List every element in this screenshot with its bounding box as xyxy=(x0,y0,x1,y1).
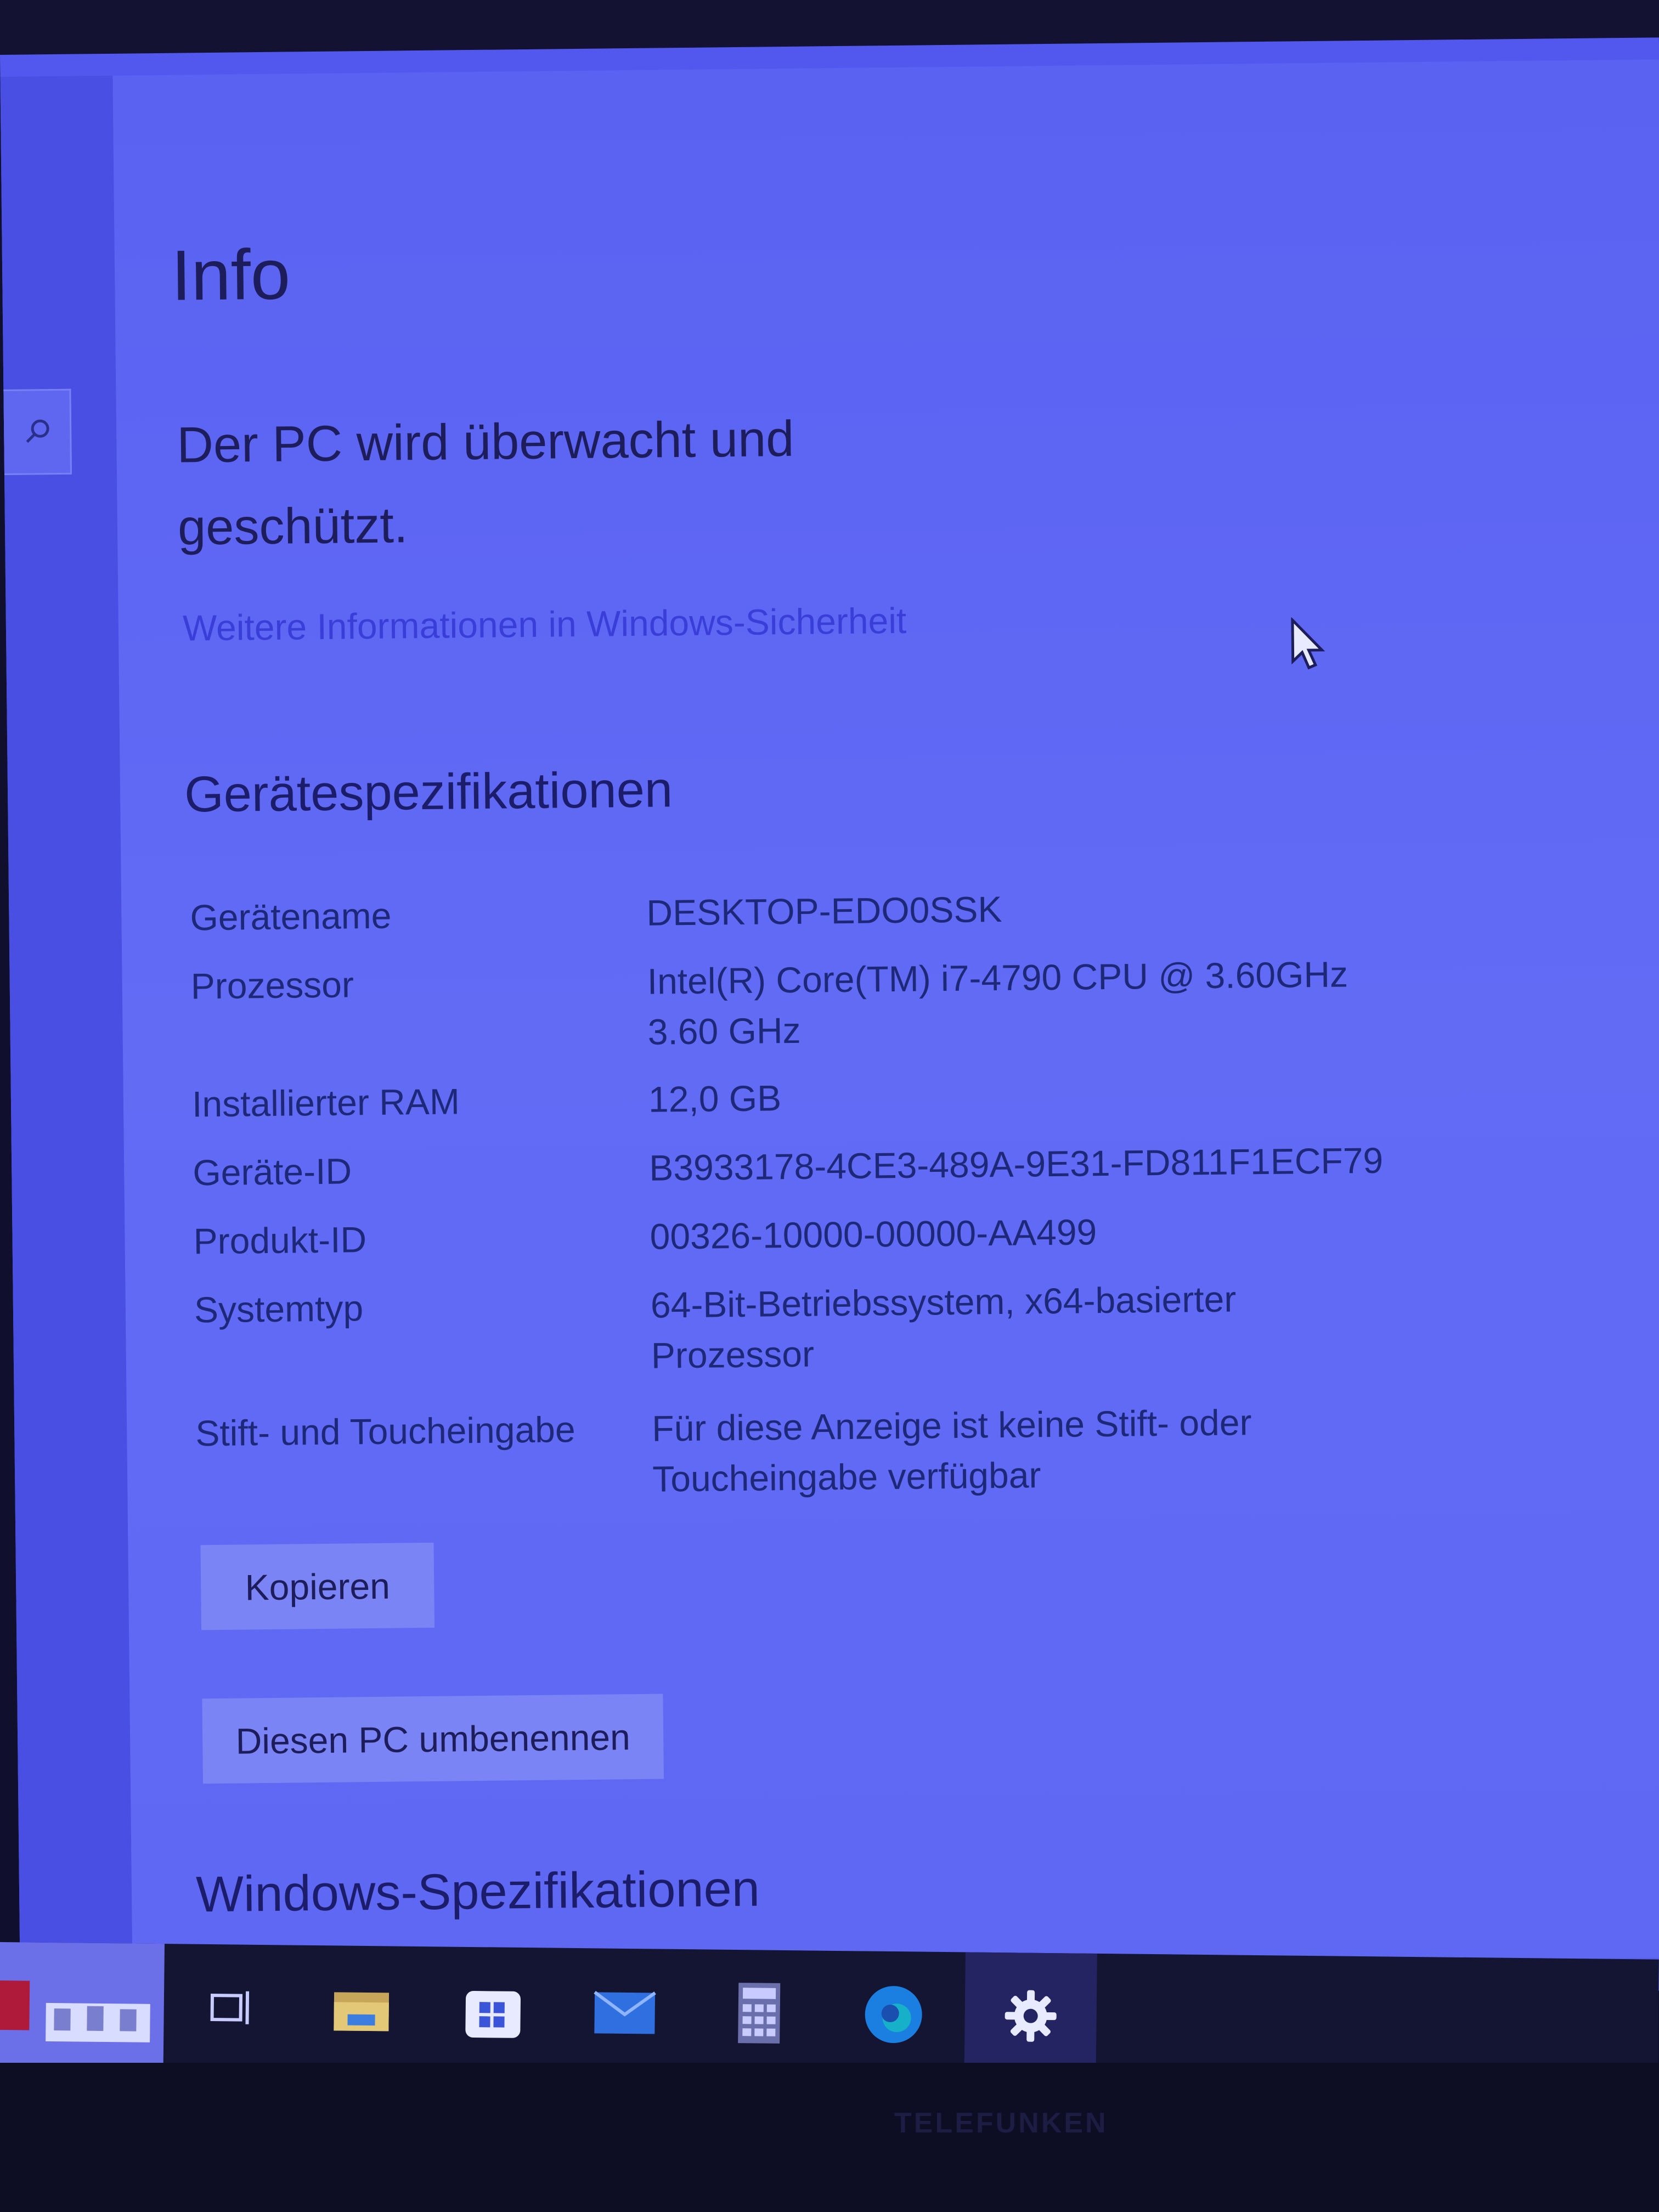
search-button[interactable] xyxy=(3,388,72,475)
spec-value: Intel(R) Core(TM) i7-4790 CPU @ 3.60GHz … xyxy=(647,953,1348,1052)
spec-value: DESKTOP-EDO0SSK xyxy=(646,888,1002,933)
mail-button[interactable] xyxy=(589,1976,661,2047)
taskbar-pinned-area xyxy=(0,1942,165,2065)
spec-label: Produkt-ID xyxy=(193,1219,367,1262)
settings-icon xyxy=(1005,1990,1057,2042)
spec-value: 00326-10000-00000-AA499 xyxy=(650,1211,1097,1257)
page-title: Info xyxy=(171,234,291,315)
spec-label: Geräte-ID xyxy=(192,1150,352,1193)
settings-button[interactable] xyxy=(995,1980,1066,2052)
copy-button[interactable]: Kopieren xyxy=(200,1542,435,1630)
spec-label: Systemtyp xyxy=(194,1288,364,1330)
windows-security-link[interactable]: Weitere Informationen in Windows-Sicherh… xyxy=(183,600,907,649)
calculator-button[interactable] xyxy=(723,1977,795,2049)
spec-value: B3933178-4CE3-489A-9E31-FD811F1ECF79 xyxy=(648,1139,1384,1188)
edge-button[interactable] xyxy=(857,1978,929,2050)
monitor-brand-logo: TELEFUNKEN xyxy=(894,2107,1108,2139)
device-specs-heading: Gerätespezifikationen xyxy=(184,761,673,823)
store-icon xyxy=(465,1991,521,2038)
monitor-bezel-bottom xyxy=(0,2063,1659,2212)
rename-pc-button[interactable]: Diesen PC umbenennen xyxy=(202,1694,664,1784)
settings-window: Info Der PC wird überwacht und geschützt… xyxy=(0,37,1659,2008)
spec-label: Installierter RAM xyxy=(191,1081,460,1125)
spec-label: Gerätename xyxy=(190,895,392,938)
protection-status-text: Der PC wird überwacht und geschützt. xyxy=(176,410,794,556)
navigation-pane xyxy=(0,75,133,1975)
taskbar xyxy=(0,1942,1659,2080)
mail-icon xyxy=(594,1990,656,2034)
search-icon xyxy=(26,419,49,443)
calculator-icon xyxy=(738,1983,781,2044)
spec-value: 64-Bit-Betriebssystem, x64-basierter Pro… xyxy=(650,1278,1237,1376)
spec-value: Für diese Anzeige ist keine Stift- oder … xyxy=(651,1402,1252,1499)
spec-label: Prozessor xyxy=(190,964,354,1007)
windows-specs-heading: Windows-Spezifikationen xyxy=(195,1860,760,1923)
spec-label: Stift- und Toucheingabe xyxy=(195,1409,575,1454)
file-explorer-icon xyxy=(334,1992,390,2032)
task-view-button[interactable] xyxy=(194,1972,266,2044)
file-explorer-button[interactable] xyxy=(325,1973,397,2045)
task-view-icon xyxy=(210,1991,250,2024)
spec-value: 12,0 GB xyxy=(648,1077,782,1120)
store-button[interactable] xyxy=(457,1974,529,2046)
mouse-cursor-icon xyxy=(1291,617,1325,670)
app-icon xyxy=(0,1980,150,2042)
edge-icon xyxy=(865,1986,922,2044)
